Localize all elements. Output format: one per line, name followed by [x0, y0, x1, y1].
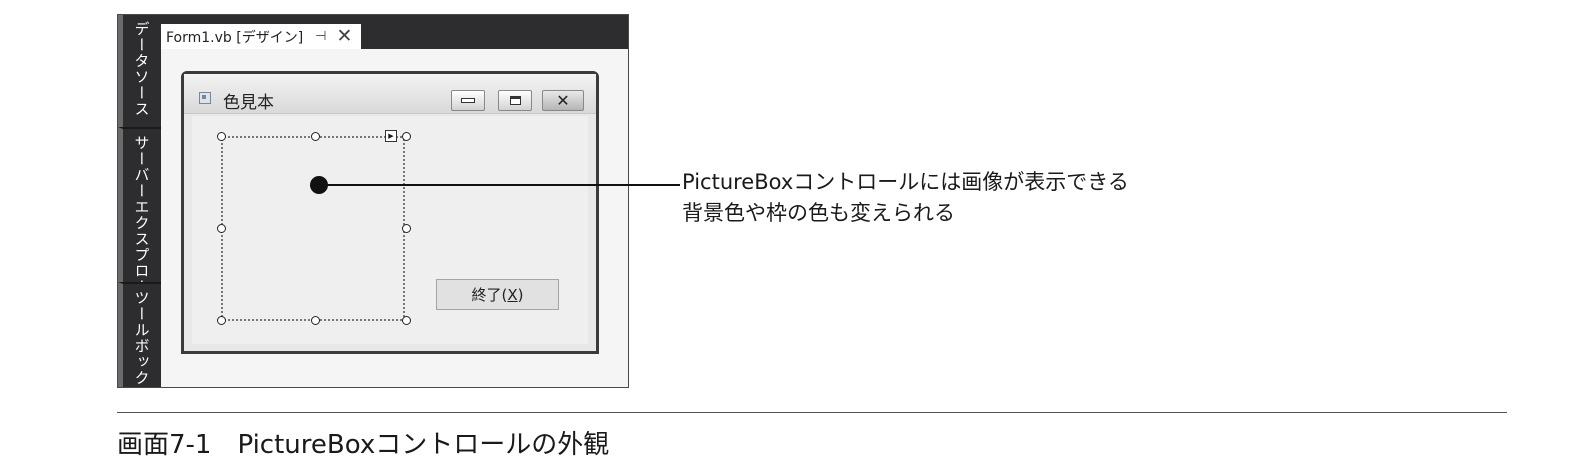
tab-label: Form1.vb [デザイン]	[166, 29, 304, 46]
callout-line-1: PictureBoxコントロールには画像が表示できる	[682, 170, 1129, 194]
minimize-icon	[461, 98, 475, 103]
close-button[interactable]: ✕	[542, 90, 584, 111]
close-icon: ✕	[556, 90, 570, 110]
side-tool-strip: データソース サーバーエクスプローラー ツールボックス	[118, 15, 161, 402]
form-icon	[199, 92, 211, 104]
resize-handle-right[interactable]	[402, 224, 411, 233]
picture-box[interactable]	[221, 136, 405, 321]
callout-text: PictureBoxコントロールには画像が表示できる 背景色や枠の色も変えられる	[682, 167, 1129, 229]
side-tab-label: ツールボックス	[132, 290, 151, 402]
pin-icon[interactable]: ⊣	[315, 29, 326, 44]
maximize-button[interactable]	[498, 90, 532, 111]
resize-handle-top-right[interactable]	[402, 132, 411, 141]
side-tab-toolbox[interactable]: ツールボックス	[118, 282, 161, 402]
exit-button-mnemonic: X	[507, 285, 518, 304]
exit-button-label: 終了(	[471, 286, 508, 304]
side-tab-label: サーバーエクスプローラー	[132, 135, 151, 327]
form-title: 色見本	[223, 93, 274, 113]
resize-handle-bottom[interactable]	[311, 316, 320, 325]
callout-line-2: 背景色や枠の色も変えられる	[682, 201, 955, 225]
resize-handle-bottom-left[interactable]	[217, 316, 226, 325]
resize-handle-top-left[interactable]	[217, 132, 226, 141]
resize-handle-top[interactable]	[311, 132, 320, 141]
smart-tag-icon[interactable]: ▶	[385, 130, 397, 142]
document-tab-bar: Form1.vb [デザイン] ⊣ ✕	[161, 15, 628, 49]
callout-dot	[310, 176, 328, 194]
exit-button-label-end: )	[517, 285, 524, 304]
form-titlebar: 色見本 ✕	[184, 74, 596, 114]
minimize-button[interactable]	[451, 90, 485, 111]
side-tab-server-explorer[interactable]: サーバーエクスプローラー	[118, 127, 161, 327]
exit-button[interactable]: 終了(X)	[436, 279, 559, 310]
close-icon[interactable]: ✕	[337, 27, 353, 46]
resize-handle-left[interactable]	[217, 224, 226, 233]
side-tab-label: データソース	[132, 21, 151, 117]
maximize-icon	[509, 96, 521, 105]
caption-rule	[117, 412, 1507, 413]
tab-form1-design[interactable]: Form1.vb [デザイン] ⊣ ✕	[161, 24, 361, 49]
resize-handle-bottom-right[interactable]	[402, 316, 411, 325]
side-tab-data-sources[interactable]: データソース	[118, 15, 161, 127]
figure-caption: 画面7-1 PictureBoxコントロールの外観	[117, 430, 610, 460]
callout-line	[318, 184, 680, 186]
